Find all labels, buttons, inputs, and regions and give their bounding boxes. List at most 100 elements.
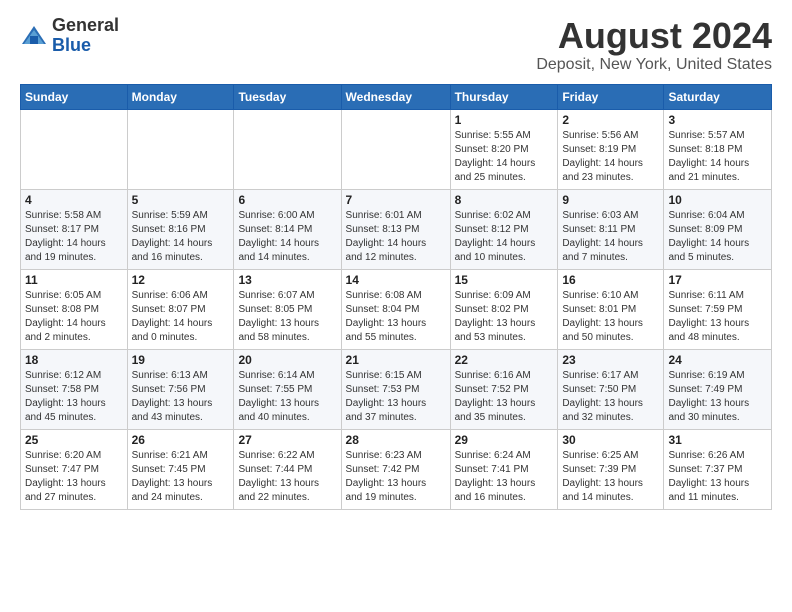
day-number: 23 — [562, 353, 659, 367]
day-number: 25 — [25, 433, 123, 447]
logo-blue-text: Blue — [52, 35, 91, 55]
day-info: Sunrise: 6:20 AM Sunset: 7:47 PM Dayligh… — [25, 449, 123, 505]
weekday-header-sunday: Sunday — [21, 84, 128, 109]
calendar-week-1: 1 Sunrise: 5:55 AM Sunset: 8:20 PM Daylig… — [21, 109, 772, 189]
day-number: 10 — [668, 193, 767, 207]
logo-icon — [20, 22, 48, 50]
day-info: Sunrise: 6:08 AM Sunset: 8:04 PM Dayligh… — [346, 289, 446, 345]
day-info: Sunrise: 6:04 AM Sunset: 8:09 PM Dayligh… — [668, 209, 767, 265]
calendar-cell — [234, 109, 341, 189]
day-number: 7 — [346, 193, 446, 207]
day-number: 2 — [562, 113, 659, 127]
calendar-cell: 28 Sunrise: 6:23 AM Sunset: 7:42 PM Dayli… — [341, 429, 450, 509]
day-number: 3 — [668, 113, 767, 127]
day-number: 24 — [668, 353, 767, 367]
weekday-header-tuesday: Tuesday — [234, 84, 341, 109]
calendar-cell — [341, 109, 450, 189]
day-number: 12 — [132, 273, 230, 287]
calendar-cell: 22 Sunrise: 6:16 AM Sunset: 7:52 PM Dayli… — [450, 349, 558, 429]
day-info: Sunrise: 6:05 AM Sunset: 8:08 PM Dayligh… — [25, 289, 123, 345]
weekday-header-saturday: Saturday — [664, 84, 772, 109]
day-info: Sunrise: 6:09 AM Sunset: 8:02 PM Dayligh… — [455, 289, 554, 345]
day-number: 13 — [238, 273, 336, 287]
day-number: 21 — [346, 353, 446, 367]
day-info: Sunrise: 6:22 AM Sunset: 7:44 PM Dayligh… — [238, 449, 336, 505]
day-info: Sunrise: 6:10 AM Sunset: 8:01 PM Dayligh… — [562, 289, 659, 345]
day-info: Sunrise: 6:16 AM Sunset: 7:52 PM Dayligh… — [455, 369, 554, 425]
calendar-cell: 6 Sunrise: 6:00 AM Sunset: 8:14 PM Daylig… — [234, 189, 341, 269]
day-number: 31 — [668, 433, 767, 447]
calendar-week-3: 11 Sunrise: 6:05 AM Sunset: 8:08 PM Dayli… — [21, 269, 772, 349]
day-info: Sunrise: 6:12 AM Sunset: 7:58 PM Dayligh… — [25, 369, 123, 425]
day-info: Sunrise: 6:15 AM Sunset: 7:53 PM Dayligh… — [346, 369, 446, 425]
day-number: 20 — [238, 353, 336, 367]
logo: General Blue — [20, 16, 119, 56]
calendar-cell — [127, 109, 234, 189]
calendar-cell: 13 Sunrise: 6:07 AM Sunset: 8:05 PM Dayli… — [234, 269, 341, 349]
day-info: Sunrise: 6:13 AM Sunset: 7:56 PM Dayligh… — [132, 369, 230, 425]
calendar-cell: 4Sunrise: 5:58 AM Sunset: 8:17 PM Daylig… — [21, 189, 128, 269]
day-info: Sunrise: 6:24 AM Sunset: 7:41 PM Dayligh… — [455, 449, 554, 505]
day-info: Sunrise: 6:02 AM Sunset: 8:12 PM Dayligh… — [455, 209, 554, 265]
day-info: Sunrise: 6:25 AM Sunset: 7:39 PM Dayligh… — [562, 449, 659, 505]
day-number: 4 — [25, 193, 123, 207]
day-info: Sunrise: 5:59 AM Sunset: 8:16 PM Dayligh… — [132, 209, 230, 265]
day-number: 17 — [668, 273, 767, 287]
weekday-header-monday: Monday — [127, 84, 234, 109]
day-number: 6 — [238, 193, 336, 207]
calendar-cell: 19 Sunrise: 6:13 AM Sunset: 7:56 PM Dayli… — [127, 349, 234, 429]
calendar-cell: 25 Sunrise: 6:20 AM Sunset: 7:47 PM Dayli… — [21, 429, 128, 509]
calendar-cell — [21, 109, 128, 189]
day-info: Sunrise: 5:55 AM Sunset: 8:20 PM Dayligh… — [455, 129, 554, 185]
calendar-cell: 27 Sunrise: 6:22 AM Sunset: 7:44 PM Dayli… — [234, 429, 341, 509]
calendar-cell: 11 Sunrise: 6:05 AM Sunset: 8:08 PM Dayli… — [21, 269, 128, 349]
day-number: 26 — [132, 433, 230, 447]
day-number: 22 — [455, 353, 554, 367]
title-block: August 2024 Deposit, New York, United St… — [536, 16, 772, 74]
day-info: Sunrise: 6:11 AM Sunset: 7:59 PM Dayligh… — [668, 289, 767, 345]
header: General Blue August 2024 Deposit, New Yo… — [20, 16, 772, 74]
main-title: August 2024 — [536, 16, 772, 56]
day-info: Sunrise: 6:23 AM Sunset: 7:42 PM Dayligh… — [346, 449, 446, 505]
day-number: 9 — [562, 193, 659, 207]
weekday-header-wednesday: Wednesday — [341, 84, 450, 109]
day-info: Sunrise: 6:21 AM Sunset: 7:45 PM Dayligh… — [132, 449, 230, 505]
day-info: Sunrise: 6:06 AM Sunset: 8:07 PM Dayligh… — [132, 289, 230, 345]
subtitle: Deposit, New York, United States — [536, 56, 772, 74]
page: General Blue August 2024 Deposit, New Yo… — [0, 0, 792, 522]
day-info: Sunrise: 6:19 AM Sunset: 7:49 PM Dayligh… — [668, 369, 767, 425]
calendar-cell: 3 Sunrise: 5:57 AM Sunset: 8:18 PM Daylig… — [664, 109, 772, 189]
calendar-cell: 7 Sunrise: 6:01 AM Sunset: 8:13 PM Daylig… — [341, 189, 450, 269]
day-number: 27 — [238, 433, 336, 447]
day-info: Sunrise: 5:57 AM Sunset: 8:18 PM Dayligh… — [668, 129, 767, 185]
calendar-cell: 23Sunrise: 6:17 AM Sunset: 7:50 PM Dayli… — [558, 349, 664, 429]
calendar-cell: 10 Sunrise: 6:04 AM Sunset: 8:09 PM Dayli… — [664, 189, 772, 269]
day-info: Sunrise: 6:07 AM Sunset: 8:05 PM Dayligh… — [238, 289, 336, 345]
day-number: 14 — [346, 273, 446, 287]
day-number: 5 — [132, 193, 230, 207]
calendar-cell: 20Sunrise: 6:14 AM Sunset: 7:55 PM Dayli… — [234, 349, 341, 429]
day-info: Sunrise: 5:56 AM Sunset: 8:19 PM Dayligh… — [562, 129, 659, 185]
calendar-cell: 18Sunrise: 6:12 AM Sunset: 7:58 PM Dayli… — [21, 349, 128, 429]
day-number: 11 — [25, 273, 123, 287]
weekday-header-row: SundayMondayTuesdayWednesdayThursdayFrid… — [21, 84, 772, 109]
calendar: SundayMondayTuesdayWednesdayThursdayFrid… — [20, 84, 772, 510]
calendar-cell: 16 Sunrise: 6:10 AM Sunset: 8:01 PM Dayli… — [558, 269, 664, 349]
calendar-cell: 2 Sunrise: 5:56 AM Sunset: 8:19 PM Daylig… — [558, 109, 664, 189]
day-number: 30 — [562, 433, 659, 447]
day-info: Sunrise: 6:26 AM Sunset: 7:37 PM Dayligh… — [668, 449, 767, 505]
day-number: 16 — [562, 273, 659, 287]
day-info: Sunrise: 6:03 AM Sunset: 8:11 PM Dayligh… — [562, 209, 659, 265]
day-number: 19 — [132, 353, 230, 367]
calendar-cell: 24 Sunrise: 6:19 AM Sunset: 7:49 PM Dayli… — [664, 349, 772, 429]
calendar-cell: 5 Sunrise: 5:59 AM Sunset: 8:16 PM Daylig… — [127, 189, 234, 269]
calendar-cell: 14 Sunrise: 6:08 AM Sunset: 8:04 PM Dayli… — [341, 269, 450, 349]
day-number: 28 — [346, 433, 446, 447]
day-number: 15 — [455, 273, 554, 287]
day-info: Sunrise: 6:01 AM Sunset: 8:13 PM Dayligh… — [346, 209, 446, 265]
calendar-cell: 21 Sunrise: 6:15 AM Sunset: 7:53 PM Dayli… — [341, 349, 450, 429]
day-number: 1 — [455, 113, 554, 127]
day-info: Sunrise: 6:00 AM Sunset: 8:14 PM Dayligh… — [238, 209, 336, 265]
calendar-cell: 17 Sunrise: 6:11 AM Sunset: 7:59 PM Dayli… — [664, 269, 772, 349]
logo-general-text: General — [52, 15, 119, 35]
